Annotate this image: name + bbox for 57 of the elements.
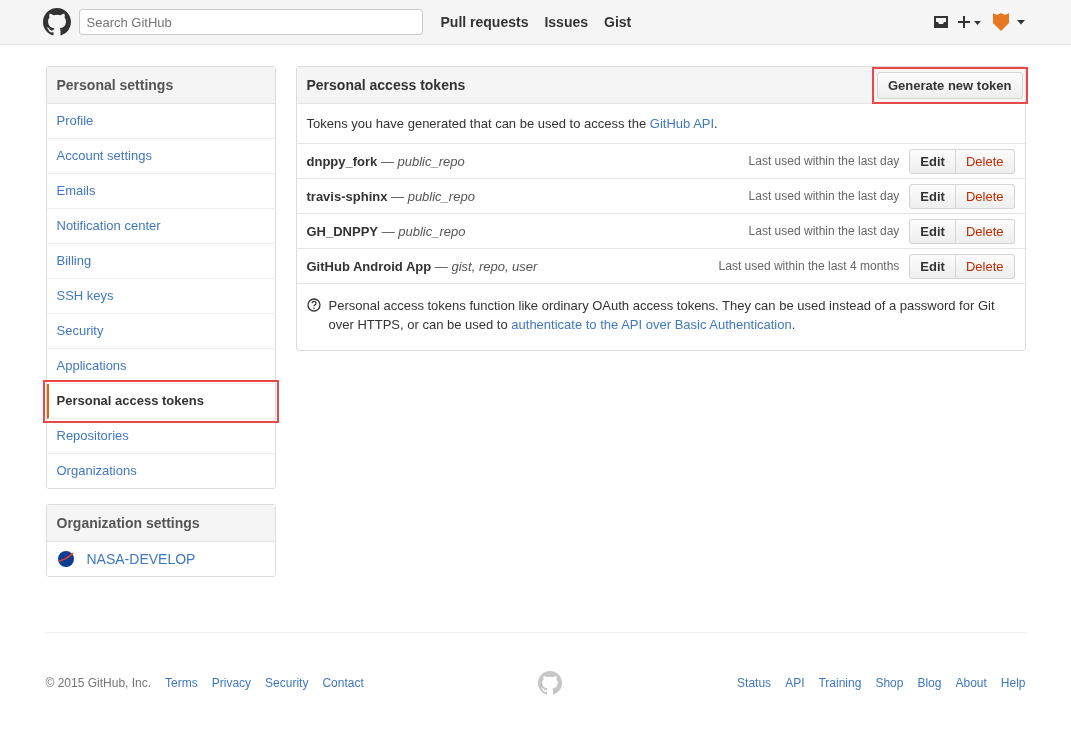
token-name: GH_DNPPY — public_repo <box>306 223 466 239</box>
footer-link[interactable]: Status <box>737 676 772 690</box>
footer-link[interactable]: Training <box>818 676 862 690</box>
sidebar-item[interactable]: Applications <box>46 349 275 384</box>
sidebar-heading: Personal settings <box>46 67 275 104</box>
footer-link[interactable]: Terms <box>165 676 198 690</box>
sidebar-item[interactable]: Emails <box>46 174 275 209</box>
delete-button[interactable]: Delete <box>955 218 1015 244</box>
copyright-text: © 2015 GitHub, Inc. <box>45 676 152 690</box>
sidebar-item[interactable]: Security <box>46 314 275 349</box>
github-logo-icon[interactable] <box>42 8 71 36</box>
plus-dropdown-icon[interactable] <box>957 15 982 29</box>
api-link[interactable]: GitHub API <box>649 116 715 131</box>
sidebar-item[interactable]: Account settings <box>46 139 275 174</box>
inbox-icon[interactable] <box>933 16 948 28</box>
help-icon <box>306 298 321 312</box>
footer-link[interactable]: Contact <box>322 676 364 690</box>
sidebar-item[interactable]: SSH keys <box>46 279 275 314</box>
search-field[interactable]: Search GitHub <box>78 9 423 35</box>
nav-link[interactable]: Pull requests <box>440 14 529 30</box>
last-used-text: Last used within the last day <box>748 224 900 238</box>
organization-avatar-icon <box>56 550 75 568</box>
sidebar-item[interactable]: Repositories <box>46 419 275 454</box>
sidebar-item[interactable]: Billing <box>46 244 275 279</box>
footer-link[interactable]: About <box>955 676 987 690</box>
footer-link[interactable]: Privacy <box>211 676 252 690</box>
footer-link[interactable]: API <box>785 676 805 690</box>
edit-button[interactable]: Edit <box>909 183 956 209</box>
organization-link[interactable]: NASA-DEVELOP <box>86 551 196 567</box>
footer-link[interactable]: Security <box>265 676 309 690</box>
avatar-dropdown-icon[interactable] <box>991 12 1026 32</box>
last-used-text: Last used within the last day <box>748 154 900 168</box>
generate-token-button[interactable]: Generate new token <box>876 71 1023 99</box>
footer-link[interactable]: Shop <box>875 676 904 690</box>
note-text: Personal access tokens function like ordinary OAuth access tokens. They can be used instead of a password for Git over HTTPS, or can be used to authenticate to the API over Basic Authentication. <box>328 297 996 334</box>
token-name: dnppy_fork — public_repo <box>306 153 465 169</box>
last-used-text: Last used within the last 4 months <box>718 259 900 273</box>
sidebar-item[interactable]: Organizations <box>46 454 275 488</box>
sidebar-item[interactable]: Notification center <box>46 209 275 244</box>
last-used-text: Last used within the last day <box>748 189 900 203</box>
token-name: GitHub Android App — gist, repo, user <box>306 258 538 274</box>
edit-button[interactable]: Edit <box>909 253 956 279</box>
delete-button[interactable]: Delete <box>955 148 1015 174</box>
sidebar-item[interactable]: Profile <box>46 104 275 139</box>
sidebar-heading: Organization settings <box>46 505 275 542</box>
intro-text: Tokens you have generated that can be used to access the GitHub API. <box>296 104 1025 144</box>
panel-title: Personal access tokens <box>306 77 466 93</box>
footer-link[interactable]: Help <box>1000 676 1026 690</box>
edit-button[interactable]: Edit <box>909 148 956 174</box>
edit-button[interactable]: Edit <box>909 218 956 244</box>
token-name: travis-sphinx — public_repo <box>306 188 475 204</box>
footer-link[interactable]: Blog <box>917 676 942 690</box>
delete-button[interactable]: Delete <box>955 183 1015 209</box>
nav-link[interactable]: Issues <box>544 14 588 30</box>
nav-link[interactable]: Gist <box>604 14 632 30</box>
delete-button[interactable]: Delete <box>955 253 1015 279</box>
authentication-link[interactable]: authenticate to the API over Basic Authentication <box>511 317 792 332</box>
